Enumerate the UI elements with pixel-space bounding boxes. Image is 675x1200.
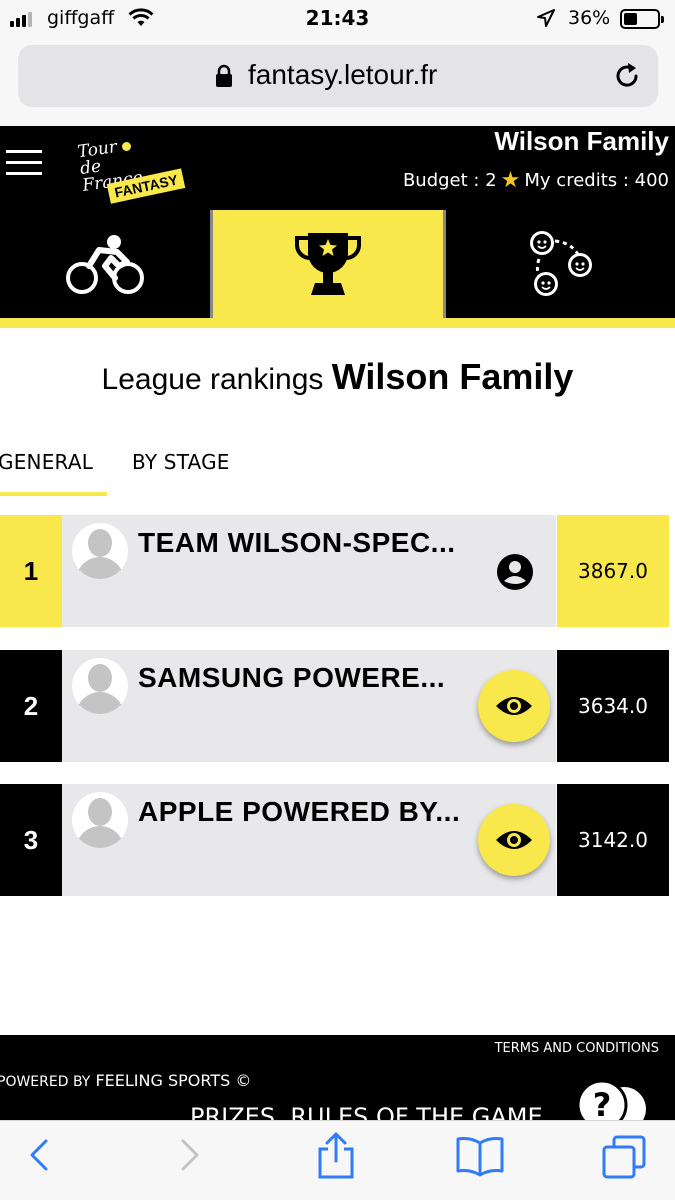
address-bar[interactable]: fantasy.letour.fr <box>18 45 658 107</box>
rank-number: 1 <box>0 515 62 627</box>
ranking-team-cell: SAMSUNG POWERE... <box>62 650 556 762</box>
ranking-team-cell: TEAM WILSON-SPEC... <box>62 515 556 627</box>
eye-icon <box>496 831 532 849</box>
page-title-name: Wilson Family <box>331 356 574 397</box>
page-title-prefix: League rankings <box>101 363 324 396</box>
browser-chrome: fantasy.letour.fr <box>0 38 675 126</box>
ranking-team-cell: APPLE POWERED BY... <box>62 784 556 896</box>
budget-label: Budget : 2 <box>402 170 497 191</box>
team-score: 3634.0 <box>557 650 669 762</box>
nav-underline <box>0 318 675 328</box>
svg-text:?: ? <box>593 1086 612 1124</box>
terms-link[interactable]: TERMS AND CONDITIONS <box>495 1041 659 1056</box>
team-name: SAMSUNG POWERE... <box>138 662 446 693</box>
profile-icon[interactable] <box>496 553 534 591</box>
active-tab-indicator <box>0 492 107 496</box>
page-title: League rankings Wilson Family <box>0 356 675 398</box>
tab-by-stage[interactable]: BY STAGE <box>132 450 230 474</box>
rank-number: 2 <box>0 650 62 762</box>
battery-percent: 36% <box>568 7 611 29</box>
tab-general[interactable]: GENERAL <box>0 450 93 474</box>
forward-icon[interactable] <box>175 1135 203 1175</box>
star-icon: ★ <box>500 167 521 193</box>
nav-tab-friends[interactable] <box>446 210 675 318</box>
nav-tab-rider[interactable] <box>0 210 210 318</box>
main-nav <box>0 210 675 318</box>
powered-name: FEELING SPORTS © <box>95 1071 252 1090</box>
location-arrow-icon <box>537 9 555 27</box>
view-team-button[interactable] <box>478 804 550 876</box>
tabs-icon[interactable] <box>600 1133 648 1181</box>
family-name: Wilson Family <box>494 126 669 156</box>
footer: TERMS AND CONDITIONS POWERED BY FEELING … <box>0 1035 675 1125</box>
trophy-icon <box>295 233 361 295</box>
back-icon[interactable] <box>26 1135 54 1175</box>
team-score: 3867.0 <box>557 515 669 627</box>
ranking-row[interactable]: 1 TEAM WILSON-SPEC... 3867.0 <box>0 515 669 627</box>
cyclist-icon <box>66 235 144 294</box>
eye-icon <box>496 697 532 715</box>
help-icon[interactable]: ? <box>576 1079 652 1125</box>
ranking-row[interactable]: 2 SAMSUNG POWERE... 3634.0 <box>0 650 669 762</box>
bookmarks-icon[interactable] <box>455 1135 505 1177</box>
battery-icon <box>620 9 664 29</box>
team-score: 3142.0 <box>557 784 669 896</box>
nav-tab-rankings[interactable] <box>210 210 446 318</box>
tour-de-france-fantasy-logo[interactable]: TourdeFrance FANTASY <box>76 136 188 216</box>
powered-by: POWERED BY FEELING SPORTS © <box>0 1071 251 1090</box>
browser-toolbar <box>0 1120 675 1200</box>
credits-line: Budget : 2 ★ My credits : 400 <box>402 167 669 193</box>
powered-prefix: POWERED BY <box>0 1074 91 1090</box>
app-header: TourdeFrance FANTASY Wilson Family Budge… <box>0 126 675 210</box>
team-name: TEAM WILSON-SPEC... <box>138 527 456 558</box>
avatar <box>72 523 128 579</box>
url-text: fantasy.letour.fr <box>248 59 438 90</box>
menu-icon[interactable] <box>6 150 42 176</box>
status-bar: giffgaff 21:43 36% <box>0 0 675 38</box>
team-name: APPLE POWERED BY... <box>138 796 461 827</box>
avatar <box>72 658 128 714</box>
rank-number: 3 <box>0 784 62 896</box>
view-team-button[interactable] <box>478 670 550 742</box>
friends-icon <box>529 231 592 296</box>
ranking-row[interactable]: 3 APPLE POWERED BY... 3142.0 <box>0 784 669 896</box>
avatar <box>72 792 128 848</box>
credits-label: My credits : 400 <box>524 170 669 191</box>
share-icon[interactable] <box>314 1131 358 1181</box>
lock-icon <box>216 64 232 87</box>
reload-icon[interactable] <box>612 61 642 91</box>
